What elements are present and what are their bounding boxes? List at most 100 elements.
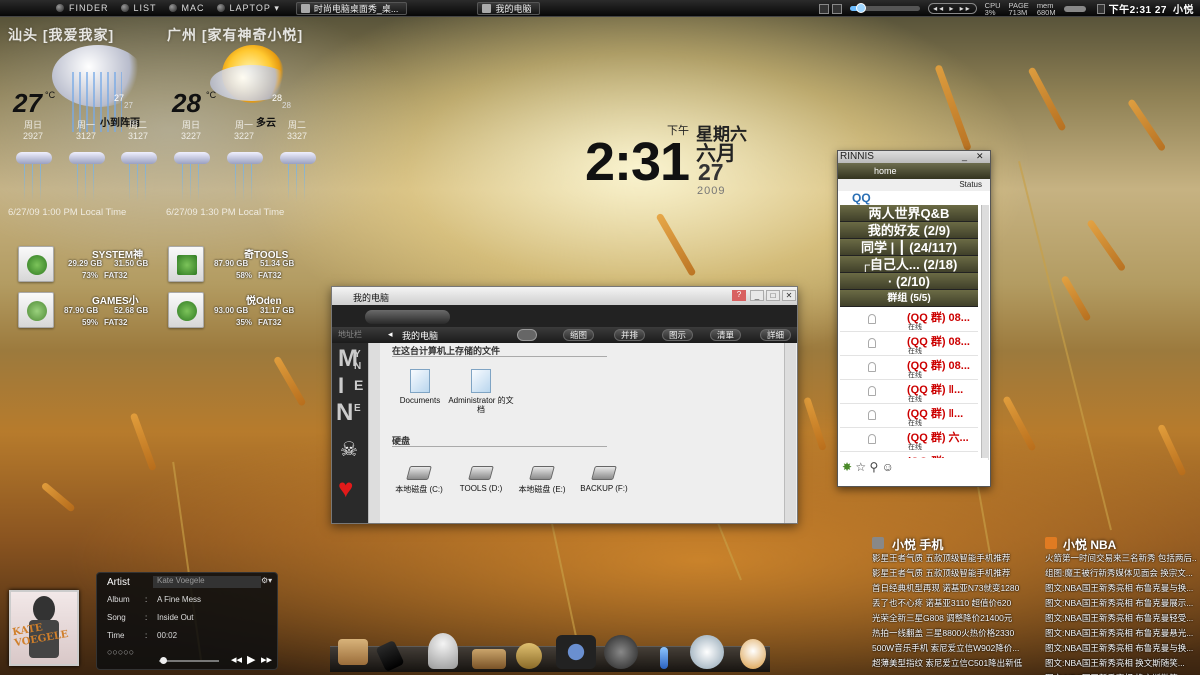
drive-widget-tools[interactable]: 奇TOOLS 87.90 GB 51.34 GB 58% FAT32 [168,246,318,286]
feed-phone-item[interactable]: 丢了也不心疼 诺基亚3110 超值价620 [872,597,1022,609]
qq-member-row[interactable]: (QQ 群) 六... 在线 [840,428,978,452]
equalizer-icon[interactable] [660,647,668,669]
tray-icon-2[interactable] [832,3,843,14]
feed-phone-item[interactable]: 500W音乐手机 索尼爱立信W902降价... [872,642,1022,654]
menu-pill[interactable] [365,310,450,324]
qq-group-1[interactable]: 两人世界Q&B [840,205,978,222]
address-text[interactable]: 我的电脑 [402,329,438,342]
feed-phone-item[interactable]: 首日经典机型再现 诺基亚N73就变1280 [872,582,1022,594]
toggle-switch[interactable] [1063,5,1086,12]
taskbar-item-browser[interactable]: 时尚电脑桌面秀_桌... [295,1,408,15]
gear-icon[interactable]: ✸ [842,460,852,474]
view-icons[interactable]: 图示 [662,329,694,341]
feed-phone-title[interactable]: 小悦 手机 [892,536,943,553]
feed-nba-item[interactable]: 图文:NBA国王新秀亮相 布鲁克曼展示... [1045,597,1197,609]
qq-group-qun[interactable]: 群组 (5/5) [840,290,978,307]
drive-widget-system[interactable]: SYSTEM神 29.29 GB 31.50 GB 73% FAT32 [18,246,168,286]
maximize-button[interactable]: □ [766,290,780,301]
qq-home-tab[interactable]: home [838,163,990,179]
play-icon[interactable]: ▶ [247,653,255,666]
qq-member-row[interactable]: (QQ 群) ‖... 在线 [840,380,978,404]
qq-scrollbar[interactable] [981,205,989,460]
folder-documents[interactable]: Documents [385,369,455,405]
feed-phone-item[interactable]: 热拍一线翻盖 三星8800火热价格2330 [872,627,1022,639]
view-details[interactable]: 詳細 [760,329,792,341]
network-icon[interactable] [690,635,724,669]
previous-icon[interactable]: ◂◂ [231,653,242,666]
qq-member-row[interactable]: (QQ 群) 08... 在线 [840,308,978,332]
weather-city-1[interactable]: 汕头 [我爱我家] [8,25,114,45]
content-scrollbar[interactable] [784,343,796,523]
package-icon[interactable] [338,639,368,665]
feed-phone-item[interactable]: 超薄美型指纹 索尼爱立信C501降出新低 [872,657,1022,669]
hi-2: 28 [272,93,283,103]
drive-widget-oden[interactable]: 悦Oden 93.00 GB 31.17 GB 35% FAT32 [168,292,318,332]
drive-icon [168,246,204,282]
feed-nba-item[interactable]: 组图:魔王被行新秀媒体见面会 换宗文... [1045,567,1197,579]
search-icon[interactable]: ⚲ [870,460,879,474]
qq-member-row[interactable]: (QQ 群) ‖... 在线 [840,404,978,428]
volume-slider[interactable] [850,3,921,13]
next-icon[interactable]: ▸▸ [261,653,272,666]
taskbar-item-my-computer[interactable]: 我的电脑 [477,1,541,15]
back-button[interactable]: ◂ [388,329,393,340]
face-icon[interactable]: ☺ [882,460,894,474]
headphones-icon[interactable] [604,635,638,669]
qq-title[interactable]: RINNIS [838,151,990,163]
weather-city-2[interactable]: 广州 [家有神奇小悦] [167,25,303,45]
star-icon[interactable]: ☆ [855,460,866,474]
drive-f[interactable]: BACKUP (F:) [568,466,640,493]
menu-laptop[interactable]: Laptop ▾ [216,3,280,14]
feed-nba-title[interactable]: 小悦 NBA [1063,536,1116,553]
folder-admin-docs[interactable]: Administrator 的文档 [446,369,516,414]
progress-track[interactable] [159,657,219,664]
address-go-icon[interactable] [517,329,537,341]
qq-status-menu[interactable]: Status [838,179,990,191]
my-computer-window[interactable]: 我的电脑 ? _ □ ✕ 地址栏 ◂ 我的电脑 缩图 并排 图示 清單 詳細 M… [331,286,798,524]
side-scrollbar[interactable] [368,343,380,523]
player-settings-icon[interactable]: ⚙▾ [261,576,272,585]
minimize-button[interactable]: _ [750,290,764,301]
media-controls[interactable]: ◂◂ ▸ ▸▸ [928,3,977,14]
playlist-dots-icon[interactable]: ○○○○○ [107,647,134,657]
menu-clock[interactable]: 下午2:31 27 [1109,1,1167,16]
volume-knob[interactable] [855,3,866,13]
feed-nba-item[interactable]: 图文:NBA国王新秀亮相 布鲁克曼轻受... [1045,612,1197,624]
feed-phone-item[interactable]: 影星王者气质 五款顶级智能手机推荐 [872,552,1022,564]
feed-nba-item[interactable]: 火箭第一时间交易来三名新秀 包括两后... [1045,552,1197,564]
qq-member-row[interactable]: (QQ 群) 08... 在线 [840,356,978,380]
music-player[interactable]: Artist Kate Voegele ⚙▾ Album : A Fine Me… [96,572,278,670]
qq-group-5[interactable]: · (2/10) [840,273,978,290]
menu-user[interactable]: 小悦 [1173,1,1194,16]
user-avatar-icon [868,410,876,420]
close-button[interactable]: ✕ [782,290,796,301]
mascot-icon[interactable] [740,639,766,669]
view-thumbnails[interactable]: 缩图 [563,329,595,341]
window-title[interactable]: 我的电脑 [332,287,797,305]
feed-nba-item[interactable]: 图文:NBA国王新秀亮相 布鲁克曼悬光... [1045,627,1197,639]
menu-mac[interactable]: Mac [168,3,205,13]
feed-phone-item[interactable]: 光荣全新三星G808 调整降价21400元 [872,612,1022,624]
telescope-icon[interactable] [472,649,506,669]
qq-member-row[interactable]: (QQ 群) 08... 在线 [840,332,978,356]
qq-close-button[interactable]: ✕ [976,151,984,162]
qq-group-2[interactable]: 我的好友 (2/9) [840,222,978,239]
drive-widget-games[interactable]: GAMES小 87.90 GB 52.68 GB 59% FAT32 [18,292,168,332]
feed-phone-item[interactable]: 影星王者气质 五款顶级智能手机推荐 [872,567,1022,579]
feed-nba-item[interactable]: 图文:NBA国王新秀亮相 换文斯随笑... [1045,657,1197,669]
help-button[interactable]: ? [732,290,746,301]
view-tiles[interactable]: 并排 [614,329,646,341]
robot-icon[interactable] [428,633,458,669]
qq-group-4[interactable]: ┌自己人... (2/18) [840,256,978,273]
view-list[interactable]: 清單 [710,329,742,341]
qq-minimize-button[interactable]: _ [962,151,967,161]
feed-nba-item[interactable]: 图文:NBA国王新秀亮相 布鲁克曼与换... [1045,642,1197,654]
feed-nba-item[interactable]: 图文:NBA国王新秀亮相 布鲁克曼与换... [1045,582,1197,594]
camera-icon[interactable] [556,635,596,669]
menu-finder[interactable]: Finder [56,3,109,13]
qq-group-3[interactable]: 同学 | ┃ (24/117) [840,239,978,256]
scale-icon[interactable] [516,643,542,669]
qq-panel[interactable]: RINNIS _ ✕ home Status QQ 两人世界Q&B 我的好友 (… [837,150,991,487]
tray-icon-1[interactable] [819,3,830,14]
menu-list[interactable]: List [120,3,157,13]
